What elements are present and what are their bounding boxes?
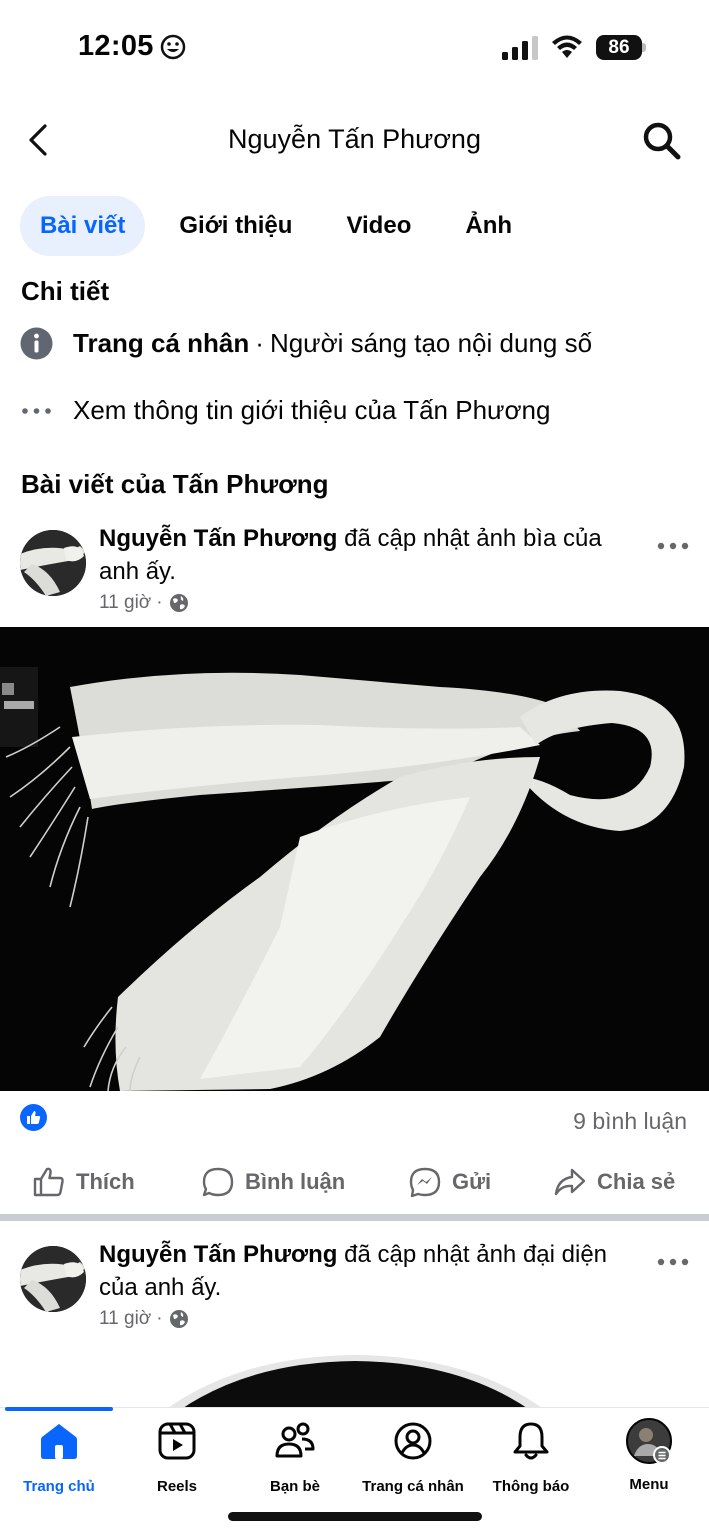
tab-about[interactable]: Giới thiệu [159, 196, 312, 256]
thumbs-up-icon [33, 1167, 64, 1197]
nav-profile[interactable]: Trang cá nhân [354, 1420, 472, 1495]
smiley-face-icon [160, 34, 186, 60]
avatar[interactable] [20, 1246, 86, 1312]
profile-type-separator: · [255, 328, 264, 358]
post-time[interactable]: 11 giờ [99, 592, 151, 614]
share-button[interactable]: Chia sẻ [553, 1156, 675, 1208]
nav-home[interactable]: Trang chủ [0, 1420, 118, 1495]
meta-separator: · [156, 1308, 163, 1329]
battery-level: 86 [596, 35, 642, 60]
more-horizontal-icon [20, 394, 53, 427]
post-divider [0, 1214, 709, 1221]
nav-reels-label: Reels [156, 1478, 198, 1495]
post-meta: 11 giờ · [99, 1308, 189, 1330]
messenger-icon [409, 1167, 441, 1198]
nav-profile-label: Trang cá nhân [362, 1478, 464, 1495]
friends-icon [275, 1422, 315, 1458]
post-time[interactable]: 11 giờ [99, 1308, 151, 1330]
like-reaction-icon[interactable] [20, 1104, 47, 1131]
nav-reels[interactable]: Reels [118, 1420, 236, 1495]
profile-icon [394, 1422, 432, 1460]
cellular-signal-icon [502, 36, 538, 60]
comment-count[interactable]: 9 bình luận [573, 1108, 687, 1135]
nav-menu[interactable]: Menu [590, 1418, 708, 1493]
post-header: Nguyễn Tấn Phương đã cập nhật ảnh đại di… [0, 1238, 709, 1334]
profile-type-row: Trang cá nhân · Người sáng tạo nội dung … [20, 327, 592, 360]
send-label: Gửi [452, 1169, 492, 1194]
info-icon [20, 327, 53, 360]
globe-icon [169, 594, 188, 612]
meta-separator: · [156, 592, 163, 613]
nav-home-label: Trang chủ [23, 1478, 95, 1495]
more-options-icon[interactable] [655, 540, 691, 552]
comment-label: Bình luận [245, 1169, 346, 1194]
like-button[interactable]: Thích [32, 1156, 135, 1208]
post-header: Nguyễn Tấn Phương đã cập nhật ảnh bìa củ… [0, 522, 709, 618]
share-arrow-icon [554, 1168, 586, 1196]
post-title: Nguyễn Tấn Phương đã cập nhật ảnh bìa củ… [99, 522, 629, 588]
profile-picture-preview[interactable] [0, 1350, 709, 1410]
post-title: Nguyễn Tấn Phương đã cập nhật ảnh đại di… [99, 1238, 629, 1304]
profile-tabs: Bài viết Giới thiệu Video Ảnh [20, 196, 546, 256]
status-bar: 12:05 86 [0, 0, 709, 96]
avatar[interactable] [20, 530, 86, 596]
nav-friends[interactable]: Bạn bè [236, 1420, 354, 1495]
like-label: Thích [76, 1169, 135, 1194]
see-about-link[interactable]: Xem thông tin giới thiệu của Tấn Phương [73, 395, 550, 426]
post-author[interactable]: Nguyễn Tấn Phương [99, 1241, 337, 1268]
battery-indicator: 86 [596, 35, 646, 60]
profile-header: Nguyễn Tấn Phương [0, 100, 709, 180]
details-heading: Chi tiết [21, 276, 110, 306]
nav-notifications[interactable]: Thông báo [472, 1420, 590, 1495]
tab-posts[interactable]: Bài viết [20, 196, 146, 256]
post-meta: 11 giờ · [99, 592, 189, 614]
cover-photo[interactable] [0, 627, 709, 1091]
nav-friends-label: Bạn bè [269, 1478, 320, 1495]
reaction-summary: 9 bình luận [0, 1100, 709, 1144]
post-author[interactable]: Nguyễn Tấn Phương [99, 525, 337, 552]
status-time: 12:05 [78, 30, 154, 62]
white-scarf-photo [0, 627, 709, 1091]
profile-type-label: Trang cá nhân [73, 328, 250, 358]
nav-notifications-label: Thông báo [492, 1478, 570, 1495]
search-icon[interactable] [641, 120, 683, 162]
comment-bubble-icon [202, 1167, 234, 1197]
share-label: Chia sẻ [597, 1169, 676, 1194]
nav-menu-label: Menu [629, 1476, 669, 1493]
post-actions: Thích Bình luận Gửi Chia sẻ [0, 1156, 709, 1208]
send-button[interactable]: Gửi [408, 1156, 491, 1208]
home-icon [41, 1424, 77, 1459]
tab-video[interactable]: Video [326, 196, 431, 256]
active-tab-indicator [5, 1407, 113, 1411]
tab-photos[interactable]: Ảnh [445, 196, 532, 256]
posts-heading: Bài viết của Tấn Phương [21, 469, 329, 499]
battery-cap [642, 43, 646, 52]
menu-avatar-icon [626, 1418, 672, 1464]
reels-icon [158, 1422, 196, 1460]
more-options-icon[interactable] [655, 1256, 691, 1268]
see-about-row[interactable]: Xem thông tin giới thiệu của Tấn Phương [20, 394, 550, 427]
bell-icon [513, 1422, 549, 1460]
comment-button[interactable]: Bình luận [201, 1156, 345, 1208]
profile-type-value: Người sáng tạo nội dung số [269, 328, 593, 358]
home-indicator[interactable] [228, 1512, 482, 1521]
wifi-icon [552, 35, 582, 58]
page-title: Nguyễn Tấn Phương [228, 124, 481, 154]
globe-icon [169, 1310, 188, 1328]
